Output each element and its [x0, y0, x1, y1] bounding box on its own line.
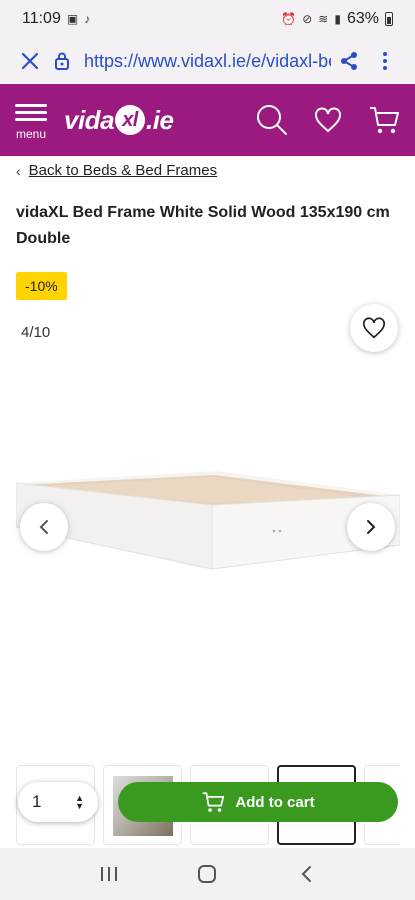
system-nav-bar [0, 848, 415, 900]
previous-image-button[interactable] [20, 503, 68, 551]
select-arrows-icon: ▲ ▼ [75, 793, 84, 811]
vidaxl-logo[interactable]: vida xl .ie [64, 104, 174, 136]
add-to-cart-label: Add to cart [235, 793, 315, 811]
notification-icon: ♪ [84, 12, 91, 26]
quantity-value: 1 [32, 792, 42, 811]
quantity-select[interactable]: 1 ▲ ▼ [18, 782, 98, 822]
add-to-cart-button[interactable]: Add to cart [118, 782, 398, 822]
heart-outline-icon [363, 317, 385, 339]
heart-icon[interactable] [311, 103, 345, 137]
signal-icon: ▮ [334, 12, 341, 26]
wifi-icon: ≋ [318, 12, 329, 26]
mute-icon: ⊘ [302, 12, 313, 26]
alarm-icon: ⏰ [281, 12, 297, 26]
battery-percent: 63% [346, 10, 379, 27]
menu-button[interactable]: menu [14, 100, 48, 141]
more-options-icon[interactable] [367, 43, 403, 79]
discount-badge: -10% [16, 272, 67, 300]
wishlist-button[interactable] [350, 304, 398, 352]
chevron-right-icon [367, 520, 376, 534]
breadcrumb: ‹ Back to Beds & Bed Frames [16, 162, 217, 179]
status-bar: 11:09 ▣ ♪ ⏰ ⊘ ≋ ▮ 63% [0, 0, 415, 38]
cart-icon[interactable] [367, 103, 401, 137]
logo-text-right: .ie [146, 104, 174, 135]
next-image-button[interactable] [347, 503, 395, 551]
close-tab-icon[interactable] [12, 43, 48, 79]
image-counter: 4/10 [21, 324, 51, 341]
share-icon[interactable] [331, 43, 367, 79]
product-image [16, 471, 400, 570]
recent-apps-icon[interactable] [87, 852, 131, 896]
battery-icon [385, 12, 393, 26]
home-icon[interactable] [185, 852, 229, 896]
logo-xl-mark: xl [115, 105, 146, 135]
gallery-notification-icon: ▣ [66, 12, 79, 26]
cart-icon [203, 792, 225, 812]
chevron-left-icon: ‹ [16, 162, 21, 179]
browser-url-bar: https://www.vidaxl.ie/e/vidaxl-bed-frame [0, 38, 415, 84]
back-to-category-link[interactable]: Back to Beds & Bed Frames [29, 162, 217, 179]
hamburger-icon [15, 100, 47, 125]
lock-icon[interactable] [48, 43, 76, 79]
status-time: 11:09 [22, 10, 61, 27]
url-field[interactable]: https://www.vidaxl.ie/e/vidaxl-bed-frame [84, 51, 331, 72]
menu-label: menu [15, 126, 47, 141]
logo-text-left: vida [64, 104, 115, 135]
chevron-left-icon [39, 520, 48, 534]
search-icon[interactable] [255, 103, 289, 137]
site-header: menu vida xl .ie [0, 84, 415, 156]
product-title: vidaXL Bed Frame White Solid Wood 135x19… [16, 204, 390, 247]
back-icon[interactable] [284, 852, 328, 896]
